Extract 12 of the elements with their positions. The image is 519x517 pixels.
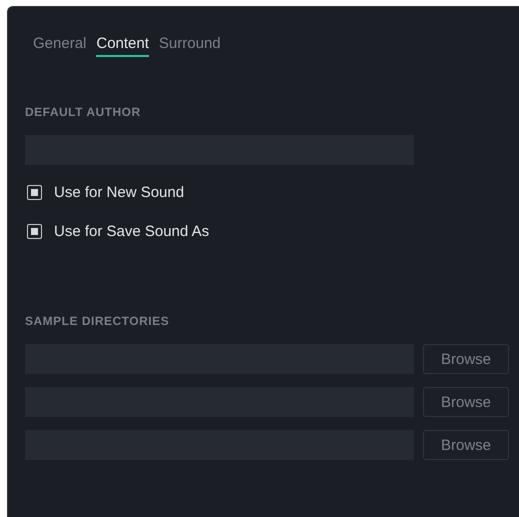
tab[interactable]: Content xyxy=(96,35,149,57)
checkbox[interactable] xyxy=(27,184,42,200)
checkbox-label: Use for Save Sound As xyxy=(54,222,210,240)
browse-button[interactable]: Browse xyxy=(423,344,509,374)
checkbox[interactable] xyxy=(27,224,42,238)
section-heading: DEFAULT AUTHOR xyxy=(25,105,142,119)
section-heading: SAMPLE DIRECTORIES xyxy=(25,314,170,328)
tab[interactable]: Surround xyxy=(158,35,221,57)
checkbox-label: Use for New Sound xyxy=(54,184,184,200)
tab[interactable]: General xyxy=(33,35,86,57)
browse-button[interactable]: Browse xyxy=(423,430,509,460)
browse-button[interactable]: Browse xyxy=(423,387,509,417)
